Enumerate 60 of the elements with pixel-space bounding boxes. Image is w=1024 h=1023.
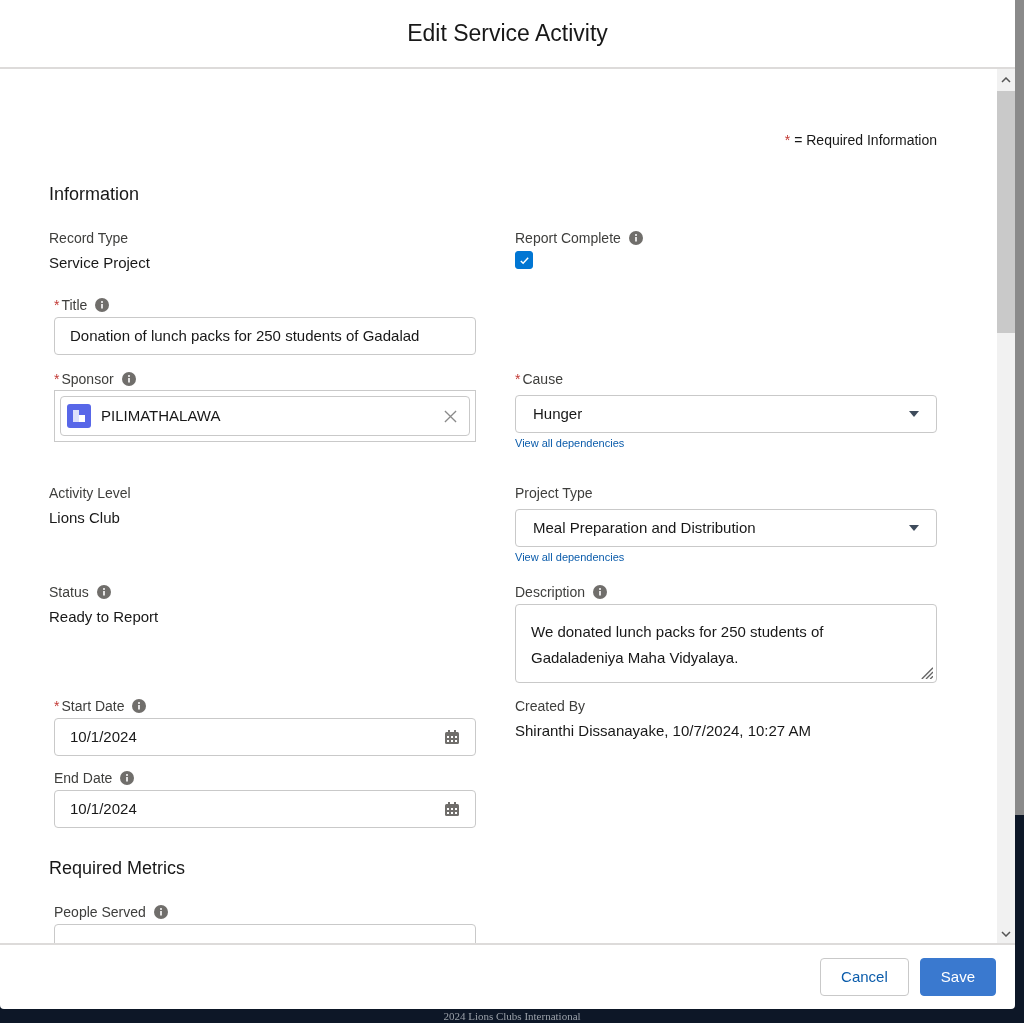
text-input[interactable]: Donation of lunch packs for 250 students of Gadalad bbox=[54, 317, 476, 355]
checkbox[interactable] bbox=[515, 251, 533, 269]
building-icon bbox=[67, 404, 91, 428]
cancel-button[interactable]: Cancel bbox=[820, 958, 909, 996]
required-marker: * bbox=[54, 295, 60, 315]
info-icon[interactable] bbox=[120, 771, 135, 785]
picklist[interactable]: Hunger bbox=[515, 395, 937, 433]
info-icon[interactable] bbox=[95, 298, 110, 312]
field-value: Lions Club bbox=[49, 508, 121, 528]
field-label: Description bbox=[515, 582, 586, 602]
required-marker: * bbox=[54, 369, 60, 389]
field-label: Report Complete bbox=[515, 228, 621, 248]
field-label: Cause bbox=[522, 369, 563, 389]
field-label: Record Type bbox=[49, 228, 129, 248]
required-marker: * bbox=[515, 369, 521, 389]
scroll-down-icon[interactable] bbox=[1001, 931, 1011, 937]
modal-title: Edit Service Activity bbox=[407, 19, 608, 49]
field-value: Ready to Report bbox=[49, 607, 160, 627]
text-area[interactable]: We donated lunch packs for 250 students of Gadaladeniya Maha Vidyalaya. bbox=[515, 604, 937, 683]
field-label: Activity Level bbox=[49, 483, 131, 503]
copyright-text: 2024 Lions Clubs International bbox=[443, 1010, 581, 1022]
resize-handle-icon[interactable] bbox=[919, 665, 933, 679]
section-heading: Required Metrics bbox=[49, 857, 187, 880]
section-heading: Information bbox=[49, 183, 141, 206]
dropdown-caret-icon[interactable] bbox=[909, 411, 919, 417]
date-input[interactable]: 10/1/2024 bbox=[54, 790, 476, 828]
dropdown-caret-icon[interactable] bbox=[909, 525, 919, 531]
info-icon[interactable] bbox=[593, 585, 608, 599]
calendar-icon[interactable] bbox=[444, 801, 460, 817]
info-icon[interactable] bbox=[153, 905, 168, 919]
dependencies-link[interactable]: View all dependencies bbox=[515, 549, 625, 566]
field-label: Created By bbox=[515, 696, 586, 716]
checkmark-icon bbox=[518, 254, 530, 266]
field-label: Sponsor bbox=[61, 369, 114, 389]
required-info-note: = Required Information bbox=[794, 131, 937, 150]
lookup-field[interactable]: PILIMATHALAWA bbox=[54, 390, 476, 442]
picklist[interactable]: Meal Preparation and Distribution bbox=[515, 509, 937, 547]
field-label: Title bbox=[61, 295, 88, 315]
required-marker: * bbox=[784, 131, 791, 150]
dependencies-link[interactable]: View all dependencies bbox=[515, 435, 625, 452]
scrollbar[interactable] bbox=[997, 69, 1015, 943]
scrollbar-thumb[interactable] bbox=[997, 91, 1015, 333]
field-label: People Served bbox=[54, 902, 146, 922]
field-label: Start Date bbox=[61, 696, 125, 716]
field-value: Service Project bbox=[49, 253, 151, 273]
info-icon[interactable] bbox=[628, 231, 643, 245]
selected-record-pill[interactable]: PILIMATHALAWA bbox=[60, 396, 470, 436]
save-button[interactable]: Save bbox=[919, 958, 996, 996]
info-icon[interactable] bbox=[132, 699, 147, 713]
calendar-icon[interactable] bbox=[444, 729, 460, 745]
info-icon[interactable] bbox=[121, 372, 136, 386]
required-marker: * bbox=[54, 696, 60, 716]
field-value: Shiranthi Dissanayake, 10/7/2024, 10:27 AM bbox=[515, 721, 813, 741]
date-input[interactable]: 10/1/2024 bbox=[54, 718, 476, 756]
info-icon[interactable] bbox=[96, 585, 111, 599]
field-label: Status bbox=[49, 582, 89, 602]
field-label: End Date bbox=[54, 768, 113, 788]
field-label: Project Type bbox=[515, 483, 593, 503]
close-icon[interactable] bbox=[444, 409, 457, 423]
scroll-up-icon[interactable] bbox=[1001, 77, 1011, 83]
